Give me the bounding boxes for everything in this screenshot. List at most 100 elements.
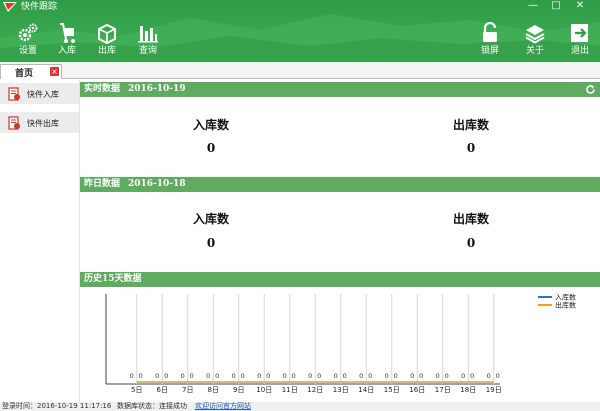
sidebar-item-inbound[interactable]: 快件入库: [0, 83, 79, 105]
x-tick-label: 12日: [307, 386, 323, 394]
login-time: 登录时间：2016-10-19 11:17:16: [2, 402, 112, 410]
tab-close-icon[interactable]: ×: [50, 67, 59, 76]
yesterday-date: 2016-10-18: [128, 179, 186, 189]
x-tick-label: 10日: [256, 386, 272, 394]
data-label: 0: [419, 372, 423, 380]
x-tick-label: 15日: [384, 386, 400, 394]
lock-screen-label: 锁屏: [480, 46, 499, 56]
exit-button[interactable]: 退出: [565, 22, 595, 60]
query-label: 查询: [138, 46, 157, 56]
x-tick-label: 18日: [460, 386, 476, 394]
tab-home[interactable]: 首页 ×: [0, 64, 62, 79]
data-label: 0: [334, 372, 338, 380]
data-label: 0: [410, 372, 414, 380]
lock-screen-button[interactable]: 锁屏: [475, 22, 505, 60]
data-label: 0: [283, 372, 287, 380]
x-tick-label: 7日: [182, 386, 193, 394]
settings-button[interactable]: 设置: [13, 22, 43, 60]
data-label: 0: [496, 372, 500, 380]
data-label: 0: [232, 372, 236, 380]
data-label: 0: [445, 372, 449, 380]
realtime-date: 2016-10-19: [128, 84, 186, 94]
outbound-doc-icon: [8, 116, 20, 130]
x-tick-label: 19日: [486, 386, 502, 394]
data-label: 0: [359, 372, 363, 380]
legend-label: 入库数: [555, 293, 576, 302]
data-label: 0: [292, 372, 296, 380]
sidebar-item-outbound[interactable]: 快件出库: [0, 112, 79, 134]
about-label: 关于: [525, 46, 544, 56]
sidebar: 快件入库 快件出库: [0, 80, 80, 411]
maximize-button[interactable]: □: [546, 0, 566, 13]
realtime-header: 实时数据 2016-10-19: [80, 82, 600, 97]
x-tick-label: 17日: [435, 386, 451, 394]
history-title: 历史15天数据: [84, 274, 142, 284]
x-tick-label: 16日: [409, 386, 425, 394]
data-label: 0: [190, 372, 194, 380]
app-title: 快件跟踪: [21, 2, 58, 12]
realtime-out-label: 出库数: [452, 118, 489, 132]
tab-home-label: 首页: [15, 69, 34, 79]
data-label: 0: [266, 372, 270, 380]
legend-label: 出库数: [555, 301, 576, 310]
tab-bar: 首页 ×: [0, 62, 600, 79]
x-tick-label: 14日: [358, 386, 374, 394]
data-label: 0: [308, 372, 312, 380]
history-header: 历史15天数据: [80, 272, 600, 287]
title-bar: 快件跟踪 — □ ✕: [0, 0, 600, 14]
yesterday-out-label: 出库数: [452, 212, 489, 226]
data-label: 0: [241, 372, 245, 380]
data-label: 0: [487, 372, 491, 380]
data-label: 0: [368, 372, 372, 380]
query-button[interactable]: 查询: [133, 22, 163, 60]
history-chart-svg: 5日 6日 7日 8日 9日 10日 11日 12日 13日 14日 15日 16日 17日 18日 19日…: [105, 293, 576, 394]
data-label: 0: [181, 372, 185, 380]
data-label: 0: [461, 372, 465, 380]
yesterday-in-value: 0: [206, 236, 216, 250]
data-label: 0: [164, 372, 168, 380]
data-label: 0: [317, 372, 321, 380]
x-tick-label: 8日: [208, 386, 219, 394]
data-label: 0: [155, 372, 159, 380]
yesterday-title: 昨日数据: [84, 179, 121, 189]
outbound-label: 出库: [97, 46, 116, 56]
about-button[interactable]: 关于: [520, 22, 550, 60]
x-tick-label: 13日: [333, 386, 349, 394]
x-tick-label: 6日: [157, 386, 168, 394]
hand-truck-icon: [60, 23, 75, 43]
sidebar-item-label: 快件入库: [27, 90, 59, 99]
status-bar: 登录时间：2016-10-19 11:17:16 数据库状态：连接成功 欢迎访问…: [0, 402, 600, 411]
minimize-button[interactable]: —: [523, 0, 543, 13]
yesterday-in-label: 入库数: [192, 212, 229, 226]
x-tick-label: 5日: [131, 386, 142, 394]
inbound-button[interactable]: 入库: [52, 22, 82, 60]
gears-icon: [18, 23, 38, 42]
inbound-label: 入库: [57, 46, 76, 56]
outbound-button[interactable]: 出库: [92, 22, 122, 60]
padlock-icon: [483, 22, 497, 42]
data-label: 0: [394, 372, 398, 380]
data-label: 0: [436, 372, 440, 380]
website-link[interactable]: 欢迎访问官方网站: [195, 402, 251, 411]
exit-label: 退出: [570, 46, 589, 56]
realtime-out-value: 0: [466, 141, 476, 155]
bar-chart-icon: [138, 26, 158, 43]
realtime-in-label: 入库数: [192, 118, 229, 132]
data-label: 0: [470, 372, 474, 380]
data-label: 0: [385, 372, 389, 380]
x-tick-label: 9日: [233, 386, 244, 394]
yesterday-out-value: 0: [466, 236, 476, 250]
app-logo-icon: [3, 2, 17, 12]
realtime-title: 实时数据: [84, 84, 121, 94]
refresh-icon[interactable]: [585, 84, 596, 95]
data-label: 0: [343, 372, 347, 380]
data-label: 0: [139, 372, 143, 380]
realtime-in-value: 0: [206, 141, 216, 155]
data-label: 0: [130, 372, 134, 380]
yesterday-header: 昨日数据 2016-10-18: [80, 177, 600, 192]
settings-label: 设置: [18, 46, 37, 56]
sidebar-item-label: 快件出库: [27, 119, 59, 128]
box-out-icon: [98, 23, 116, 44]
data-label: 0: [206, 372, 210, 380]
close-window-button[interactable]: ✕: [570, 0, 590, 13]
